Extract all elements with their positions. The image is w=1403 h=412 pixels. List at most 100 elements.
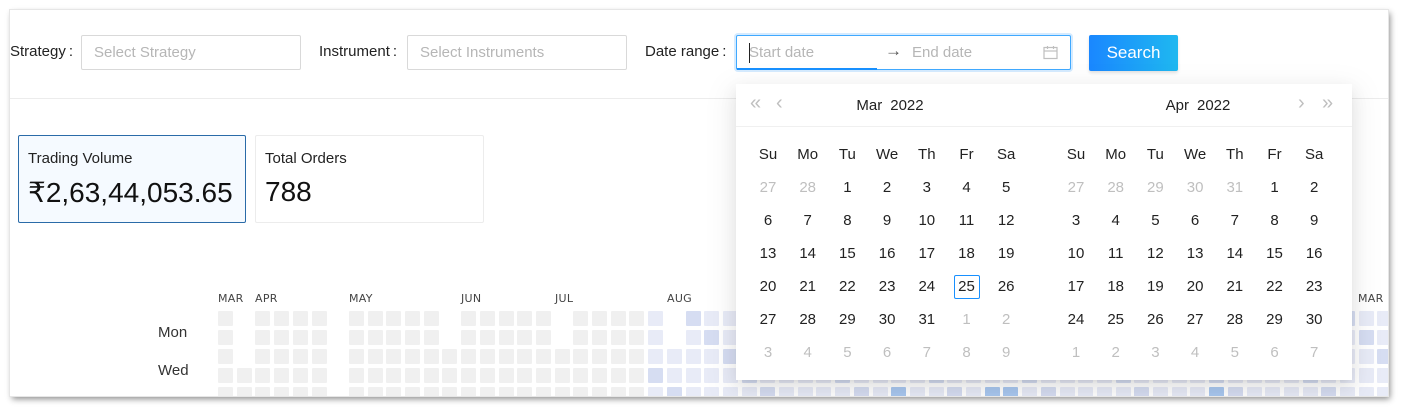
heatmap-cell[interactable] — [573, 311, 589, 326]
heatmap-cell[interactable] — [573, 349, 589, 364]
heatmap-cell[interactable] — [517, 387, 533, 396]
heatmap-cell[interactable] — [760, 387, 776, 396]
date-range-picker[interactable]: Start date → End date — [736, 35, 1071, 70]
heatmap-cell[interactable] — [1358, 387, 1374, 396]
heatmap-cell[interactable] — [1246, 387, 1262, 396]
heatmap-cell[interactable] — [1302, 387, 1318, 396]
heatmap-cell[interactable] — [255, 349, 271, 364]
heatmap-cell[interactable] — [292, 330, 308, 345]
heatmap-cell[interactable] — [610, 330, 626, 345]
calendar-day[interactable]: 17 — [914, 242, 940, 266]
heatmap-cell[interactable] — [835, 387, 851, 396]
heatmap-cell[interactable] — [517, 349, 533, 364]
calendar-day[interactable]: 6 — [1262, 341, 1288, 365]
calendar-day[interactable]: 1 — [1262, 176, 1288, 200]
heatmap-cell[interactable] — [423, 368, 439, 383]
heatmap-cell[interactable] — [498, 349, 514, 364]
heatmap-cell[interactable] — [255, 311, 271, 326]
calendar-day[interactable]: 28 — [1103, 176, 1129, 200]
heatmap-cell[interactable] — [236, 368, 252, 383]
heatmap-cell[interactable] — [535, 311, 551, 326]
calendar-day[interactable]: 7 — [1222, 209, 1248, 233]
heatmap-cell[interactable] — [1340, 387, 1355, 396]
heatmap-cell[interactable] — [442, 368, 458, 383]
heatmap-cell[interactable] — [479, 368, 495, 383]
calendar-day[interactable]: 3 — [755, 341, 781, 365]
heatmap-cell[interactable] — [274, 330, 290, 345]
calendar-day[interactable]: 4 — [954, 176, 980, 200]
heatmap-cell[interactable] — [1377, 330, 1388, 345]
heatmap-cell[interactable] — [1377, 311, 1388, 326]
heatmap-cell[interactable] — [292, 311, 308, 326]
heatmap-cell[interactable] — [1040, 387, 1056, 396]
heatmap-cell[interactable] — [685, 349, 701, 364]
heatmap-cell[interactable] — [685, 330, 701, 345]
heatmap-cell[interactable] — [610, 368, 626, 383]
heatmap-cell[interactable] — [984, 387, 1000, 396]
heatmap-cell[interactable] — [704, 330, 720, 345]
heatmap-cell[interactable] — [1377, 349, 1388, 364]
heatmap-cell[interactable] — [517, 330, 533, 345]
heatmap-cell[interactable] — [367, 387, 383, 396]
calendar-day[interactable]: 14 — [1222, 242, 1248, 266]
calendar-day[interactable]: 5 — [1222, 341, 1248, 365]
calendar-day[interactable]: 6 — [1182, 209, 1208, 233]
calendar-icon[interactable] — [1043, 45, 1058, 60]
calendar-day[interactable]: 23 — [874, 275, 900, 299]
calendar-day[interactable]: 1 — [954, 308, 980, 332]
heatmap-cell[interactable] — [1227, 387, 1243, 396]
heatmap-cell[interactable] — [891, 387, 907, 396]
calendar-year[interactable]: 2022 — [1197, 97, 1230, 114]
calendar-day[interactable]: 7 — [1301, 341, 1327, 365]
heatmap-cell[interactable] — [535, 368, 551, 383]
heatmap-cell[interactable] — [348, 311, 364, 326]
calendar-day[interactable]: 23 — [1301, 275, 1327, 299]
heatmap-cell[interactable] — [405, 387, 420, 396]
calendar-day[interactable]: 4 — [1182, 341, 1208, 365]
heatmap-cell[interactable] — [704, 368, 720, 383]
heatmap-cell[interactable] — [1115, 387, 1131, 396]
calendar-day[interactable]: 20 — [1182, 275, 1208, 299]
trading-volume-card[interactable]: Trading Volume ₹2,63,44,053.65 — [18, 135, 246, 223]
calendar-day[interactable]: 2 — [1103, 341, 1129, 365]
heatmap-cell[interactable] — [423, 311, 439, 326]
calendar-day[interactable]: 28 — [795, 176, 821, 200]
heatmap-cell[interactable] — [779, 387, 794, 396]
calendar-day[interactable]: 28 — [795, 308, 821, 332]
heatmap-cell[interactable] — [442, 349, 458, 364]
heatmap-cell[interactable] — [498, 387, 514, 396]
heatmap-cell[interactable] — [423, 349, 439, 364]
heatmap-cell[interactable] — [255, 330, 271, 345]
calendar-day[interactable]: 11 — [1103, 242, 1129, 266]
calendar-day[interactable]: 1 — [834, 176, 860, 200]
heatmap-cell[interactable] — [311, 387, 327, 396]
heatmap-cell[interactable] — [629, 330, 645, 345]
calendar-day[interactable]: 18 — [1103, 275, 1129, 299]
heatmap-cell[interactable] — [1134, 387, 1150, 396]
heatmap-cell[interactable] — [592, 330, 607, 345]
calendar-day[interactable]: 4 — [1103, 209, 1129, 233]
calendar-day[interactable]: 28 — [1222, 308, 1248, 332]
heatmap-cell[interactable] — [554, 387, 570, 396]
calendar-day[interactable]: 22 — [834, 275, 860, 299]
heatmap-cell[interactable] — [722, 387, 738, 396]
heatmap-cell[interactable] — [685, 368, 701, 383]
heatmap-cell[interactable] — [947, 387, 963, 396]
calendar-day[interactable]: 29 — [834, 308, 860, 332]
heatmap-cell[interactable] — [1022, 387, 1038, 396]
heatmap-cell[interactable] — [928, 387, 944, 396]
heatmap-cell[interactable] — [816, 387, 832, 396]
heatmap-cell[interactable] — [1377, 387, 1388, 396]
heatmap-cell[interactable] — [423, 387, 439, 396]
heatmap-cell[interactable] — [461, 387, 477, 396]
calendar-day[interactable]: 29 — [1262, 308, 1288, 332]
end-date-input[interactable]: End date — [912, 44, 972, 61]
calendar-day[interactable]: 29 — [1142, 176, 1168, 200]
heatmap-cell[interactable] — [573, 330, 589, 345]
heatmap-cell[interactable] — [629, 349, 645, 364]
heatmap-cell[interactable] — [1059, 387, 1075, 396]
calendar-month[interactable]: Apr — [1166, 97, 1189, 114]
heatmap-cell[interactable] — [1283, 387, 1299, 396]
heatmap-cell[interactable] — [274, 368, 290, 383]
calendar-day[interactable]: 27 — [755, 308, 781, 332]
